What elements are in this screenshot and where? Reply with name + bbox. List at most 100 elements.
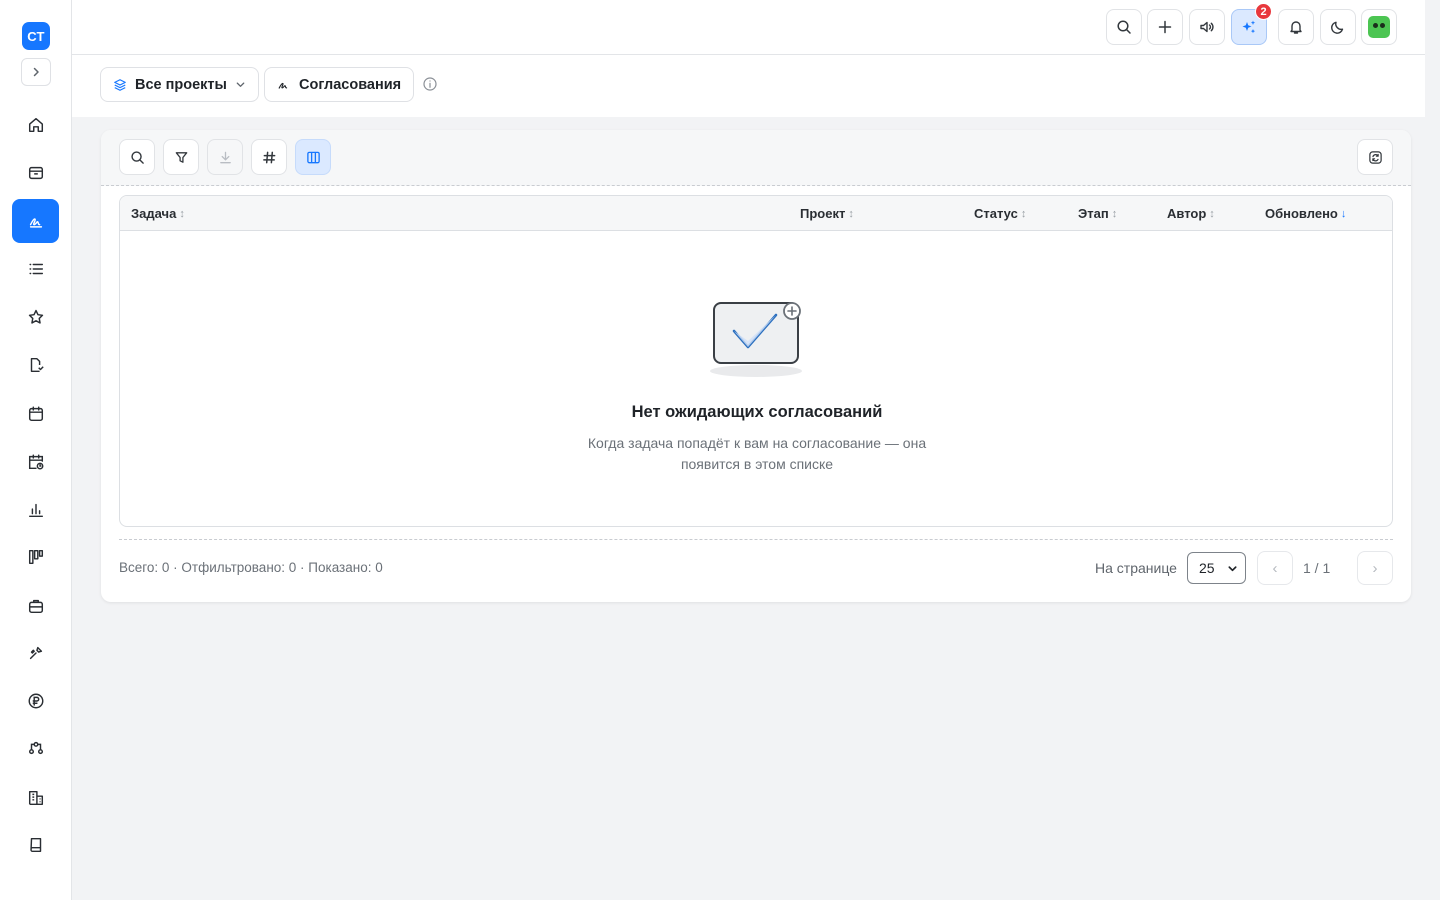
kanban-icon (28, 549, 43, 565)
calendar-clock-icon (28, 454, 43, 470)
sidebar-item-companies[interactable] (12, 776, 59, 820)
filter-button[interactable] (163, 139, 199, 175)
table-header: Задача ↕ Проект ↕ Статус ↕ Этап ↕ Автор … (120, 196, 1392, 231)
sidebar-item-inbox[interactable] (12, 151, 59, 195)
sidebar-item-knowledge-base[interactable] (12, 823, 59, 867)
empty-approvals-illustration-icon (710, 302, 802, 377)
sort-desc-icon: ↓ (1340, 207, 1347, 220)
chevron-down-icon (236, 82, 245, 87)
sidebar-item-kanban[interactable] (12, 535, 59, 579)
sidebar: СТ (0, 0, 72, 900)
project-selector[interactable]: Все проекты (100, 67, 259, 102)
sidebar-item-reports[interactable] (12, 488, 59, 532)
sidebar-item-approvals[interactable] (12, 199, 59, 243)
empty-state-title: Нет ожидающих согласований (631, 403, 883, 421)
page-subheader: Все проекты Согласования (72, 55, 1425, 117)
app-logo[interactable]: СТ (22, 22, 50, 50)
sidebar-item-workflows[interactable] (12, 726, 59, 770)
columns-icon (306, 151, 320, 163)
document-icon (30, 357, 44, 373)
briefcase-icon (28, 599, 43, 614)
per-page-label: На странице (1095, 560, 1177, 576)
refresh-icon (1368, 150, 1382, 164)
calendar-icon (28, 406, 43, 422)
moon-icon (1331, 21, 1344, 34)
sidebar-item-portfolio[interactable] (12, 584, 59, 628)
nodes-icon (28, 741, 43, 755)
sparkles-icon (1242, 20, 1256, 34)
sidebar-item-calendar[interactable] (12, 392, 59, 436)
columns-button[interactable] (295, 139, 331, 175)
column-header-status[interactable]: Статус ↕ (974, 206, 1026, 221)
signature-icon (29, 218, 42, 228)
sidebar-item-finance[interactable] (12, 679, 59, 723)
create-button[interactable] (1147, 9, 1183, 45)
theme-toggle-button[interactable] (1320, 9, 1356, 45)
building-icon (28, 790, 43, 806)
column-header-stage[interactable]: Этап ↕ (1078, 206, 1117, 221)
notifications-button[interactable] (1278, 9, 1314, 45)
column-header-updated[interactable]: Обновлено ↓ (1265, 206, 1346, 221)
top-header: 2 (72, 0, 1425, 55)
user-avatar[interactable] (1361, 9, 1397, 45)
layers-icon (114, 78, 126, 91)
bar-chart-icon (28, 503, 43, 518)
approvals-card: Задача ↕ Проект ↕ Статус ↕ Этап ↕ Автор … (101, 130, 1411, 602)
section-title: Согласования (264, 67, 415, 102)
refresh-button[interactable] (1357, 139, 1393, 175)
page-title: Согласования (299, 76, 402, 93)
sort-icon: ↕ (1111, 207, 1118, 220)
announcements-button[interactable] (1189, 9, 1225, 45)
sort-icon: ↕ (1020, 207, 1027, 220)
plus-icon (1158, 20, 1172, 34)
sidebar-expand-button[interactable] (21, 58, 51, 86)
megaphone-icon (1200, 21, 1214, 33)
global-search-button[interactable] (1106, 9, 1142, 45)
hash-icon (262, 151, 275, 163)
column-header-project[interactable]: Проект ↕ (800, 206, 854, 221)
sidebar-item-documents[interactable] (12, 343, 59, 387)
page-indicator: 1 / 1 (1303, 560, 1331, 576)
home-icon (28, 117, 43, 133)
bell-icon (1290, 21, 1302, 34)
sidebar-item-home[interactable] (12, 103, 59, 147)
prev-page-button[interactable]: ‹ (1257, 551, 1293, 585)
per-page-select[interactable]: 25 (1187, 552, 1246, 584)
avatar-image (1368, 16, 1390, 38)
sidebar-item-tools[interactable] (12, 631, 59, 675)
book-icon (29, 837, 41, 853)
sort-icon: ↕ (179, 207, 185, 220)
footer-divider (119, 539, 1393, 540)
empty-state: Нет ожидающих согласований Когда задача … (120, 231, 1392, 526)
approvals-table: Задача ↕ Проект ↕ Статус ↕ Этап ↕ Автор … (119, 195, 1393, 527)
sidebar-item-favorites[interactable] (12, 295, 59, 339)
column-header-author[interactable]: Автор ↕ (1167, 206, 1215, 221)
chevron-right-icon (33, 67, 39, 77)
per-page-value: 25 (1199, 560, 1215, 576)
empty-state-description: Когда задача попадёт к вам на согласован… (587, 435, 927, 472)
search-icon (1117, 20, 1131, 34)
ai-assistant-button[interactable]: 2 (1231, 3, 1272, 45)
sidebar-item-schedule[interactable] (12, 440, 59, 484)
star-icon (28, 309, 43, 324)
list-icon (28, 263, 43, 275)
filter-icon (175, 151, 187, 163)
next-page-button[interactable]: › (1357, 551, 1393, 585)
export-button[interactable] (207, 139, 243, 175)
ai-notification-badge: 2 (1255, 3, 1272, 20)
inbox-icon (28, 166, 43, 180)
grouping-button[interactable] (251, 139, 287, 175)
project-selector-label: Все проекты (135, 76, 227, 93)
tools-icon (29, 646, 42, 660)
signature-icon (278, 82, 288, 89)
download-icon (219, 151, 231, 163)
sort-icon: ↕ (848, 207, 854, 220)
ruble-icon (28, 693, 43, 709)
column-header-task[interactable]: Задача ↕ (131, 206, 185, 221)
table-stats: Всего: 0 · Отфильтровано: 0 · Показано: … (119, 560, 383, 575)
info-icon[interactable] (422, 76, 438, 92)
table-search-button[interactable] (119, 139, 155, 175)
sort-icon: ↕ (1209, 207, 1215, 220)
chevron-down-icon (1228, 565, 1237, 571)
sidebar-item-list[interactable] (12, 247, 59, 291)
